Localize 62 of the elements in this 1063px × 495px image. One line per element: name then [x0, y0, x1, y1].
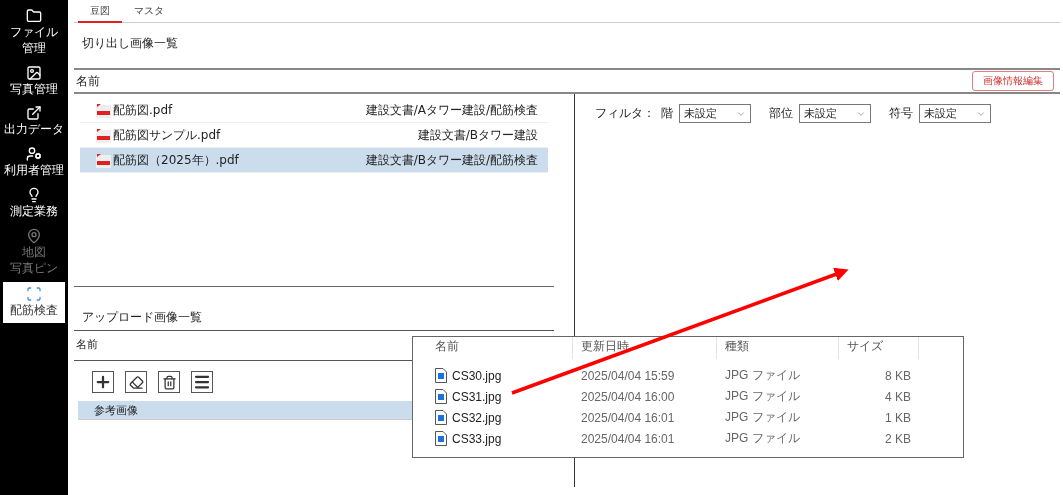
file-size: 2 KB — [884, 430, 912, 448]
section-title: 切り出し画像一覧 — [81, 35, 179, 52]
image-file-icon — [435, 431, 447, 446]
sidebar-icon — [26, 146, 42, 163]
tab[interactable]: マスタ — [122, 0, 176, 23]
file-name: 配筋図サンプル.pdf — [113, 126, 221, 144]
file-path: 建設文書/Aタワー建設/配筋検査 — [365, 101, 538, 119]
column-header[interactable]: 名前 — [427, 337, 573, 359]
image-file-icon — [435, 410, 447, 425]
sidebar-icon — [26, 286, 42, 303]
filter-dropdown[interactable]: 未設定 — [799, 104, 871, 123]
image-file-icon — [435, 389, 447, 404]
file-size: 4 KB — [884, 388, 912, 406]
pdf-file-icon — [96, 127, 111, 143]
file-size: 8 KB — [884, 367, 912, 385]
column-header[interactable]: サイズ — [839, 337, 919, 359]
sidebar-icon — [26, 8, 42, 24]
sidebar-item[interactable]: 利用者管理 — [0, 142, 68, 183]
eraser-button[interactable] — [125, 371, 147, 393]
column-header: 名前 — [76, 72, 100, 90]
file-row[interactable]: 配筋図（2025年）.pdf 建設文書/Bタワー建設/配筋検査 — [80, 148, 548, 173]
filter-field-label: 部位 — [769, 105, 793, 122]
sidebar-icon — [26, 64, 42, 81]
edit-image-info-button[interactable]: 画像情報編集 — [972, 71, 1054, 91]
sidebar-icon — [26, 187, 42, 203]
modified-date: 2025/04/04 16:01 — [580, 430, 676, 448]
sidebar-item[interactable]: 出力データ — [0, 101, 68, 143]
modified-date: 2025/04/04 16:00 — [580, 388, 676, 406]
file-row-name[interactable]: CS30.jpg — [427, 365, 573, 386]
filter-field-label: 符号 — [889, 105, 913, 122]
file-name: 配筋図（2025年）.pdf — [113, 151, 239, 169]
file-row-name[interactable]: CS33.jpg — [427, 428, 573, 449]
modified-date: 2025/04/04 16:01 — [580, 409, 676, 427]
filter-dropdown[interactable]: 未設定 — [679, 104, 751, 123]
filter-dropdown[interactable]: 未設定 — [919, 104, 991, 123]
section-title: アップロード画像一覧 — [74, 287, 554, 331]
add-button[interactable] — [92, 371, 114, 393]
menu-button[interactable] — [191, 371, 213, 393]
file-type: JPG ファイル — [724, 409, 801, 426]
filter-label: フィルタ： — [595, 105, 655, 122]
image-file-icon — [435, 368, 447, 383]
tab[interactable]: 豆図 — [78, 0, 122, 23]
sidebar-item[interactable]: ファイル 管理 — [0, 4, 68, 61]
file-path: 建設文書/Bタワー建設/配筋検査 — [365, 151, 538, 169]
sidebar-item[interactable]: 写真管理 — [0, 60, 68, 102]
delete-button[interactable] — [158, 371, 180, 393]
file-path: 建設文書/Bタワー建設 — [417, 126, 538, 144]
column-header[interactable]: 更新日時 — [573, 337, 717, 359]
pdf-file-icon — [96, 152, 111, 168]
pdf-file-icon — [96, 102, 111, 118]
file-type: JPG ファイル — [724, 430, 801, 447]
sidebar-icon — [26, 105, 42, 122]
file-type: JPG ファイル — [724, 367, 801, 384]
sidebar-item[interactable]: 測定業務 — [0, 183, 68, 224]
file-type: JPG ファイル — [724, 388, 801, 405]
file-name: 配筋図.pdf — [113, 101, 173, 119]
filter-field-label: 階 — [661, 105, 673, 122]
sidebar-icon — [26, 227, 42, 244]
modified-date: 2025/04/04 15:59 — [580, 367, 676, 385]
file-size: 1 KB — [884, 409, 912, 427]
sidebar-item[interactable]: 配筋検査 — [3, 282, 65, 324]
column-header[interactable]: 種類 — [717, 337, 839, 359]
